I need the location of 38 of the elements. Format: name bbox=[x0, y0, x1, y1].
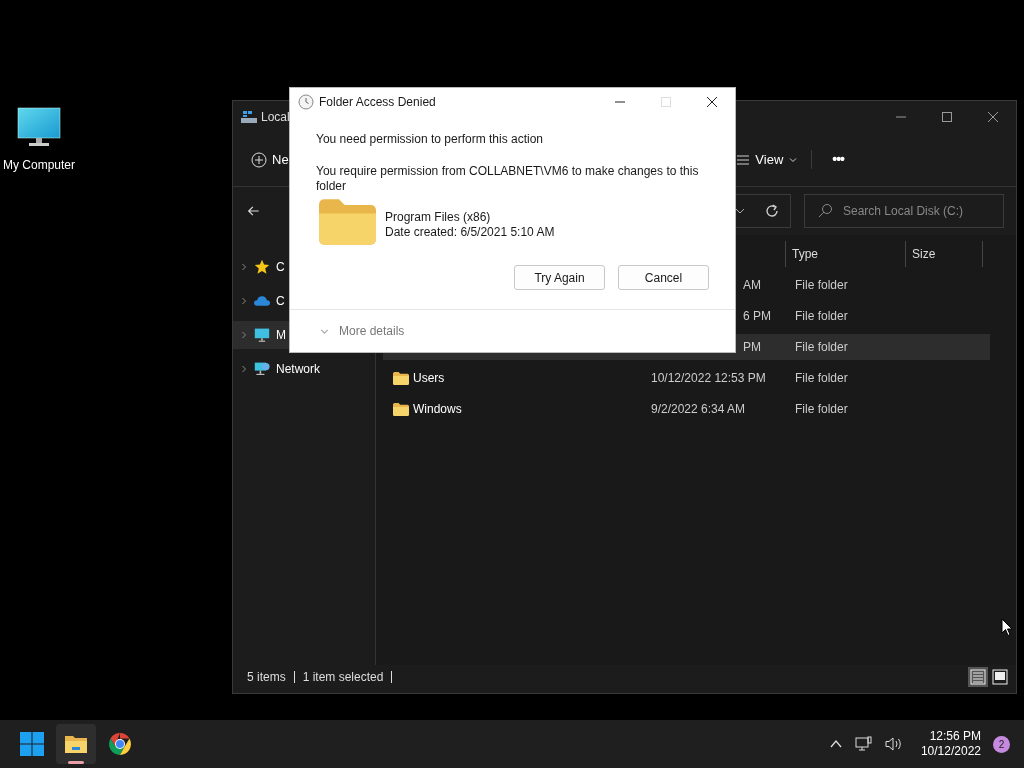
file-name: Windows bbox=[413, 401, 462, 418]
window-title: Local bbox=[261, 109, 290, 126]
date-cell-text: 9/2/2022 6:34 AM bbox=[651, 401, 746, 418]
more-button[interactable]: ••• bbox=[832, 149, 844, 170]
view-button[interactable]: View bbox=[737, 149, 813, 170]
item-count: 5 items bbox=[247, 669, 286, 686]
date-cell-text: 6 PM bbox=[743, 308, 771, 325]
dialog-detail: You require permission from COLLABNET\VM6 to make changes to this folder bbox=[316, 164, 700, 194]
search-field[interactable]: Search Local Disk (C:) bbox=[804, 194, 1004, 228]
file-row[interactable]: Users 10/12/2022 12:53 PM File folder bbox=[383, 365, 990, 391]
date-cell-text: AM bbox=[743, 277, 761, 294]
type-cell-text: File folder bbox=[794, 308, 849, 325]
column-header[interactable]: Type bbox=[785, 241, 905, 267]
folder-name: Program Files (x86) bbox=[385, 210, 492, 225]
dialog-title: Folder Access Denied bbox=[319, 94, 436, 111]
new-button[interactable]: Ne bbox=[251, 149, 289, 170]
column-header[interactable]: Size bbox=[905, 241, 983, 267]
clock[interactable]: 12:56 PM 10/12/2022 bbox=[920, 729, 981, 759]
date-cell-text: PM bbox=[743, 339, 761, 356]
folder-date: Date created: 6/5/2021 5:10 AM bbox=[385, 225, 555, 240]
sidebar-item[interactable]: C bbox=[233, 253, 375, 281]
type-cell-text: File folder bbox=[794, 339, 849, 356]
type-cell-text: File folder bbox=[794, 370, 849, 387]
dialog-message: You need permission to perform this action bbox=[316, 131, 544, 148]
type-cell-text: File folder bbox=[794, 277, 849, 294]
desktop-icon-label[interactable]: My Computer bbox=[3, 156, 75, 174]
selection-count: 1 item selected bbox=[302, 669, 384, 686]
sidebar-item[interactable]: C bbox=[233, 287, 375, 315]
dialog-button[interactable]: Try Again bbox=[514, 265, 605, 290]
file-name: Users bbox=[413, 370, 445, 387]
notification-badge[interactable]: 2 bbox=[993, 735, 1010, 753]
more-details-button[interactable]: More details bbox=[320, 322, 405, 340]
sidebar-item[interactable]: Network bbox=[233, 355, 375, 383]
type-cell-text: File folder bbox=[794, 401, 849, 418]
file-row[interactable]: Windows 9/2/2022 6:34 AM File folder bbox=[383, 396, 990, 422]
dialog-button[interactable]: Cancel bbox=[618, 265, 709, 290]
date-cell-text: 10/12/2022 12:53 PM bbox=[651, 370, 766, 387]
search-input[interactable]: Search Local Disk (C:) bbox=[843, 202, 1003, 220]
